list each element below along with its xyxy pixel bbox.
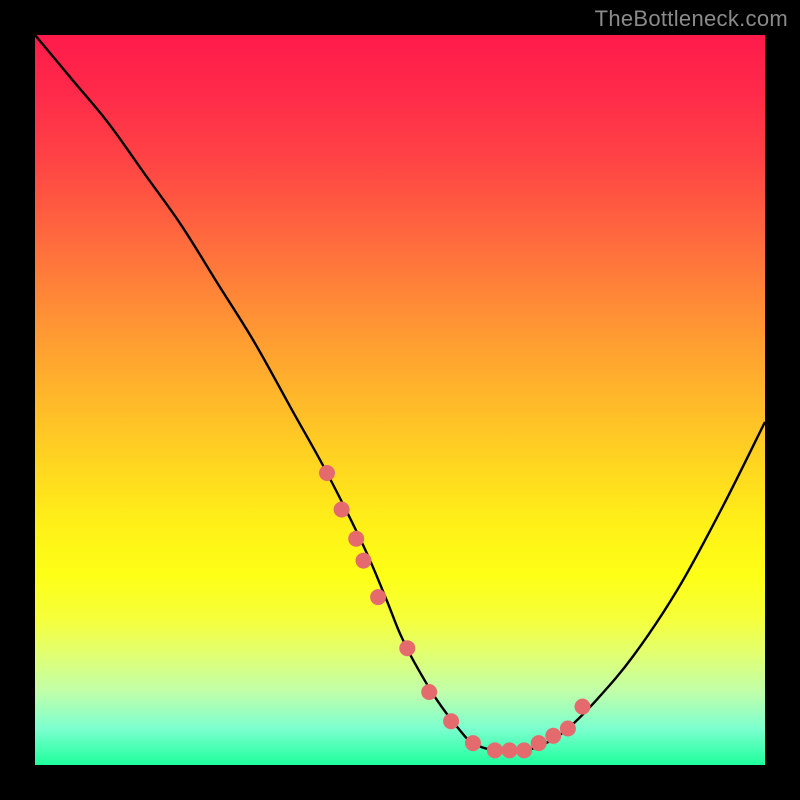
marker-dot bbox=[319, 465, 335, 481]
marker-group bbox=[319, 465, 591, 758]
curve-line bbox=[35, 35, 765, 751]
marker-dot bbox=[334, 502, 350, 518]
marker-dot bbox=[516, 742, 532, 758]
chart-frame: TheBottleneck.com bbox=[0, 0, 800, 800]
marker-dot bbox=[560, 721, 576, 737]
marker-dot bbox=[370, 589, 386, 605]
marker-dot bbox=[575, 699, 591, 715]
watermark-text: TheBottleneck.com bbox=[595, 6, 788, 32]
marker-dot bbox=[399, 640, 415, 656]
marker-dot bbox=[443, 713, 459, 729]
chart-plot-area bbox=[35, 35, 765, 765]
marker-dot bbox=[502, 742, 518, 758]
marker-dot bbox=[545, 728, 561, 744]
marker-dot bbox=[356, 553, 372, 569]
marker-dot bbox=[531, 735, 547, 751]
marker-dot bbox=[421, 684, 437, 700]
marker-dot bbox=[465, 735, 481, 751]
marker-dot bbox=[487, 742, 503, 758]
chart-svg bbox=[35, 35, 765, 765]
marker-dot bbox=[348, 531, 364, 547]
